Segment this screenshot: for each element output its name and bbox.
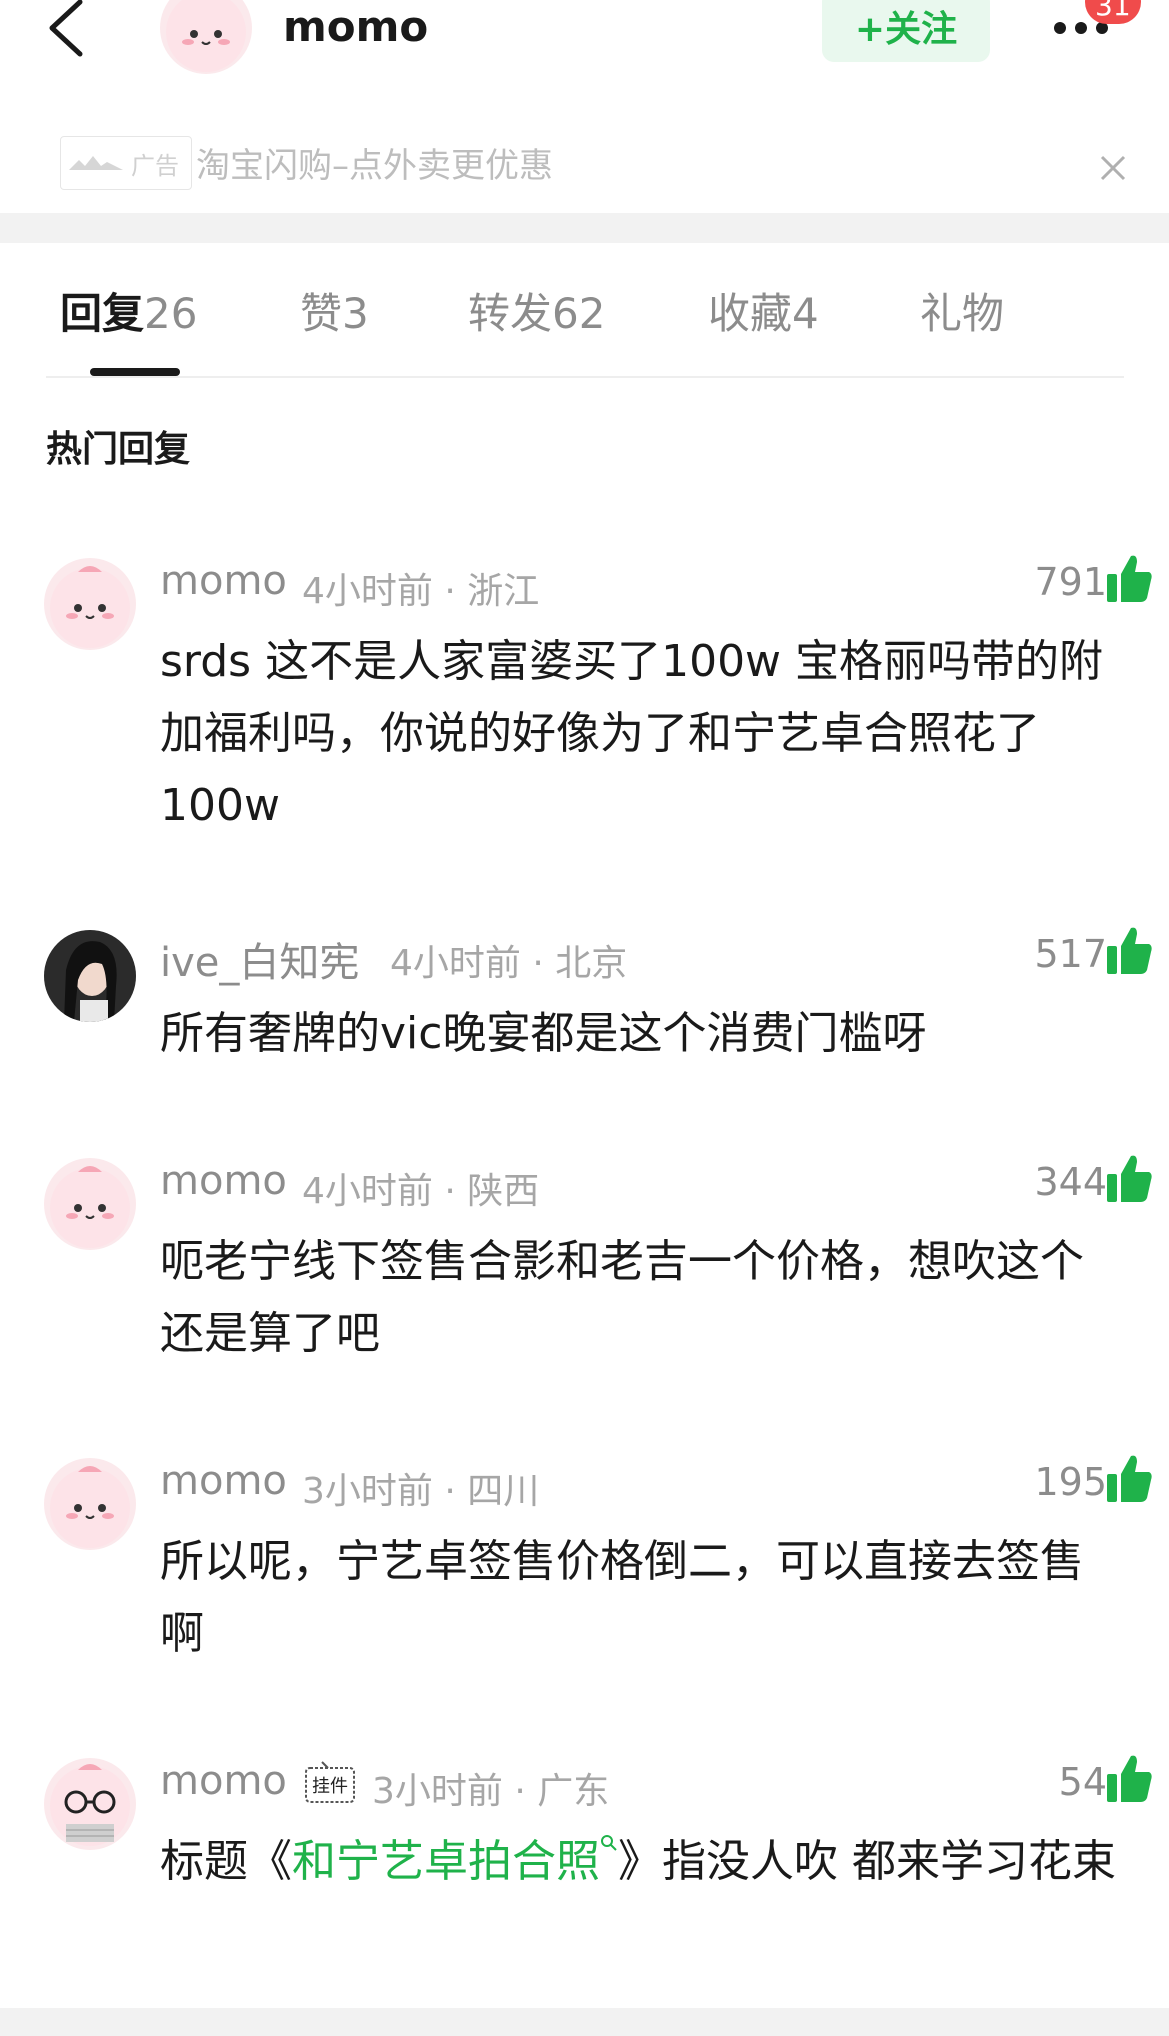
comment-username[interactable]: momo xyxy=(160,1158,287,1204)
tab-reposts[interactable]: 转发62 xyxy=(468,280,605,341)
tab-divider xyxy=(46,376,1124,378)
post-header: momo +关注 31 xyxy=(0,0,1169,90)
ad-banner[interactable]: 广告 淘宝闪购–点外卖更优惠 xyxy=(0,124,1169,210)
back-button[interactable] xyxy=(44,0,94,60)
comment-item[interactable]: momo 4小时前 · 陕西 344 呃老宁线下签售合影和老吉一个价格，想吹这个… xyxy=(0,1155,1169,1388)
interaction-tabs: 回复26 赞3 转发62 收藏4 礼物 xyxy=(0,280,1169,380)
comment-meta: 4小时前 · 浙江 xyxy=(302,571,540,612)
search-icon xyxy=(601,1835,617,1851)
pink-mascot-icon xyxy=(50,1166,130,1248)
pendant-badge: 挂件 xyxy=(302,1760,358,1806)
comment-text: 所有奢牌的vic晚宴都是这个消费门槛呀 xyxy=(160,1008,927,1059)
comment-item[interactable]: momo 挂件 3小时前 · 广东 54 标题《和宁艺卓拍合照 》指没人吹 都来学… xyxy=(0,1755,1169,1998)
comment-meta: 4小时前 · 陕西 xyxy=(302,1171,540,1212)
tab-likes[interactable]: 赞3 xyxy=(300,280,369,341)
tab-favorites[interactable]: 收藏4 xyxy=(708,280,819,341)
follow-button[interactable]: +关注 xyxy=(822,0,990,62)
tab-count: 26 xyxy=(144,289,198,338)
pendant-label: 挂件 xyxy=(312,1776,348,1797)
thumbs-up-icon[interactable] xyxy=(1105,924,1153,976)
like-count: 54 xyxy=(1058,1760,1107,1804)
thumbs-up-icon[interactable] xyxy=(1105,1452,1153,1504)
tab-label: 收藏 xyxy=(708,289,793,338)
like-count: 791 xyxy=(1034,560,1107,604)
pink-mascot-icon xyxy=(50,566,130,648)
comment-text: 标题《和宁艺卓拍合照 》指没人吹 都来学习花束 xyxy=(160,1826,1120,1898)
comment-item[interactable]: momo 4小时前 · 浙江 791 srds 这不是人家富婆买了100w 宝格… xyxy=(0,555,1169,858)
avatar[interactable] xyxy=(44,1458,136,1550)
pink-mascot-icon xyxy=(166,0,246,72)
ad-badge: 广告 xyxy=(60,136,192,190)
user-photo-icon xyxy=(44,930,136,1022)
avatar[interactable] xyxy=(44,1758,136,1850)
close-icon xyxy=(1100,155,1126,181)
tab-label: 礼物 xyxy=(920,289,1005,338)
comment-item[interactable]: momo 3小时前 · 四川 195 所以呢，宁艺卓签售价格倒二，可以直接去签售… xyxy=(0,1455,1169,1688)
comment-username[interactable]: momo xyxy=(160,1758,287,1804)
author-avatar[interactable] xyxy=(160,0,252,74)
comment-username[interactable]: ive_白知宪 xyxy=(160,930,359,988)
tab-replies[interactable]: 回复26 xyxy=(60,280,197,341)
like-count: 517 xyxy=(1034,932,1107,976)
tab-label: 回复 xyxy=(60,289,145,338)
comment-meta: 3小时前 · 广东 xyxy=(372,1771,610,1812)
thumbs-up-icon[interactable] xyxy=(1105,552,1153,604)
avatar[interactable] xyxy=(44,558,136,650)
ad-logo-icon xyxy=(69,156,123,170)
thumbs-up-icon[interactable] xyxy=(1105,1752,1153,1804)
mascot-glasses-icon xyxy=(50,1764,130,1846)
avatar[interactable] xyxy=(44,930,136,1022)
tab-count: 3 xyxy=(342,289,369,338)
thumbs-up-icon[interactable] xyxy=(1105,1152,1153,1204)
comment-item[interactable]: ive_白知宪 4小时前 · 北京 517 所有奢牌的vic晚宴都是这个消费门槛… xyxy=(0,927,1169,1080)
comment-text: 所以呢，宁艺卓签售价格倒二，可以直接去签售啊 xyxy=(160,1536,1084,1659)
tab-active-indicator xyxy=(90,368,180,376)
bottom-separator xyxy=(0,2008,1169,2036)
topic-text: 和宁艺卓拍合照 xyxy=(292,1836,600,1887)
comment-meta: 3小时前 · 四川 xyxy=(302,1471,540,1512)
section-title: 热门回复 xyxy=(46,429,191,470)
pendant-tag-icon: 挂件 xyxy=(305,1761,355,1803)
tab-count: 62 xyxy=(552,289,606,338)
back-arrow-icon xyxy=(49,0,83,57)
pink-mascot-icon xyxy=(50,1466,130,1548)
ad-badge-label: 广告 xyxy=(131,151,179,180)
section-separator xyxy=(0,213,1169,243)
topic-link[interactable]: 和宁艺卓拍合照 xyxy=(292,1835,618,1887)
ad-close-button[interactable] xyxy=(1098,153,1128,183)
comment-username[interactable]: momo xyxy=(160,558,287,604)
comment-text: srds 这不是人家富婆买了100w 宝格丽吗带的附加福利吗，你说的好像为了和宁… xyxy=(160,636,1104,831)
avatar[interactable] xyxy=(44,1158,136,1250)
comment-text: 呃老宁线下签售合影和老吉一个价格，想吹这个还是算了吧 xyxy=(160,1236,1084,1359)
comment-username[interactable]: momo xyxy=(160,1458,287,1504)
comment-text-before: 标题《 xyxy=(160,1836,292,1887)
ad-text[interactable]: 淘宝闪购–点外卖更优惠 xyxy=(196,138,553,187)
tab-label: 转发 xyxy=(468,289,553,338)
tab-label: 赞 xyxy=(300,289,343,338)
like-count: 344 xyxy=(1034,1160,1107,1204)
comment-text-after: 》指没人吹 都来学习花束 xyxy=(618,1836,1116,1887)
like-count: 195 xyxy=(1034,1460,1107,1504)
tab-gifts[interactable]: 礼物 xyxy=(920,280,1004,341)
comment-meta: 4小时前 · 北京 xyxy=(390,943,628,984)
tab-count: 4 xyxy=(792,289,819,338)
author-name[interactable]: momo xyxy=(283,2,428,51)
